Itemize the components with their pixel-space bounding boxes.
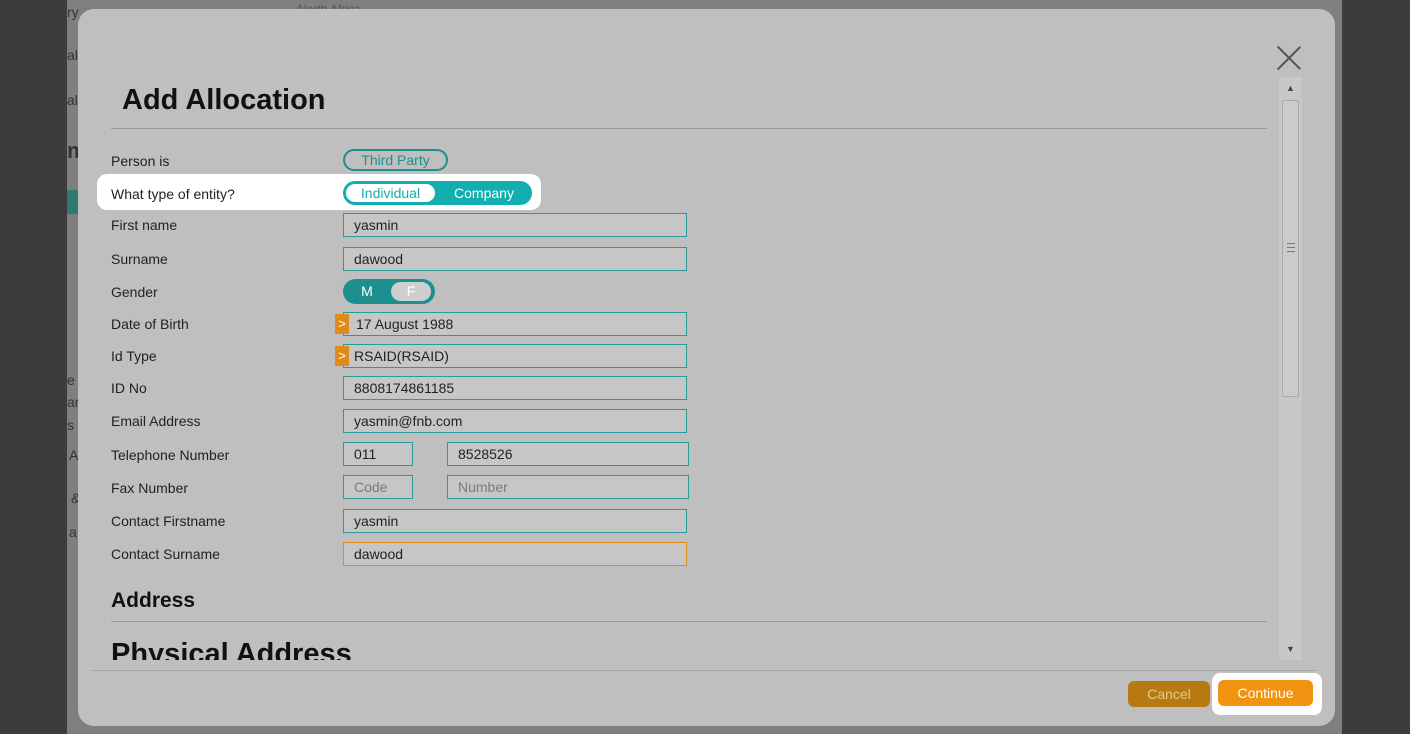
dob-field[interactable]: 17 August 1988 [343, 312, 687, 336]
contact-surname-label: Contact Surname [111, 546, 220, 562]
contact-firstname-label: Contact Firstname [111, 513, 226, 529]
email-label: Email Address [111, 413, 201, 429]
fax-code-field[interactable]: Code [343, 475, 413, 499]
person-is-label: Person is [111, 153, 170, 169]
fax-number-field[interactable]: Number [447, 475, 689, 499]
fax-label: Fax Number [111, 480, 189, 496]
id-type-field[interactable]: RSAID(RSAID) [343, 344, 687, 368]
entity-option-individual[interactable]: Individual [346, 184, 435, 202]
background-text: al [67, 92, 78, 108]
address-heading: Address [111, 589, 196, 612]
scroll-thumb[interactable] [1282, 100, 1299, 397]
entity-type-label: What type of entity? [111, 186, 235, 202]
continue-button[interactable]: Continue [1218, 680, 1313, 706]
telephone-number-field[interactable]: 8528526 [447, 442, 689, 466]
fax-number-placeholder: Number [458, 479, 508, 495]
footer-divider [90, 670, 1317, 671]
surname-label: Surname [111, 251, 168, 267]
background-text: a [69, 524, 77, 540]
contact-surname-field[interactable]: dawood [343, 542, 687, 566]
first-name-label: First name [111, 217, 178, 233]
third-party-pill[interactable]: Third Party [343, 149, 448, 171]
telephone-code-field[interactable]: 011 [343, 442, 413, 466]
close-icon[interactable] [1276, 45, 1302, 71]
background-text: e [67, 372, 75, 388]
entity-type-toggle[interactable]: Individual Company [343, 181, 532, 205]
address-divider [111, 621, 1267, 622]
gender-option-f[interactable]: F [391, 282, 431, 301]
surname-field[interactable]: dawood [343, 247, 687, 271]
chevron-right-icon[interactable]: > [335, 314, 349, 334]
background-text: al [67, 47, 78, 63]
email-field[interactable]: yasmin@fnb.com [343, 409, 687, 433]
scroll-down-arrow-icon[interactable]: ▼ [1279, 638, 1302, 660]
dialog-title: Add Allocation [122, 84, 326, 116]
physical-address-heading: Physical Address [111, 638, 352, 660]
id-no-label: ID No [111, 380, 147, 396]
contact-firstname-field[interactable]: yasmin [343, 509, 687, 533]
background-text: A [69, 447, 79, 463]
id-no-field[interactable]: 8808174861185 [343, 376, 687, 400]
background-text: ry [67, 4, 79, 20]
add-allocation-dialog: Add Allocation ▲ ▼ Person is Third Party… [78, 9, 1335, 726]
id-type-label: Id Type [111, 348, 157, 364]
gender-option-m[interactable]: M [343, 279, 391, 304]
entity-option-company[interactable]: Company [439, 181, 529, 205]
first-name-field[interactable]: yasmin [343, 213, 687, 237]
gender-toggle[interactable]: M F [343, 279, 435, 304]
grip-icon [1287, 243, 1295, 253]
dialog-scrollbar[interactable]: ▲ ▼ [1279, 77, 1302, 660]
fax-code-placeholder: Code [354, 479, 388, 495]
scroll-up-arrow-icon[interactable]: ▲ [1279, 77, 1302, 99]
cancel-button[interactable]: Cancel [1128, 681, 1210, 707]
gender-label: Gender [111, 284, 158, 300]
telephone-label: Telephone Number [111, 447, 230, 463]
chevron-right-icon[interactable]: > [335, 346, 349, 366]
title-divider [111, 128, 1267, 129]
physical-address-clip: Physical Address [111, 634, 1271, 660]
dob-label: Date of Birth [111, 316, 189, 332]
background-text: s [67, 417, 74, 433]
